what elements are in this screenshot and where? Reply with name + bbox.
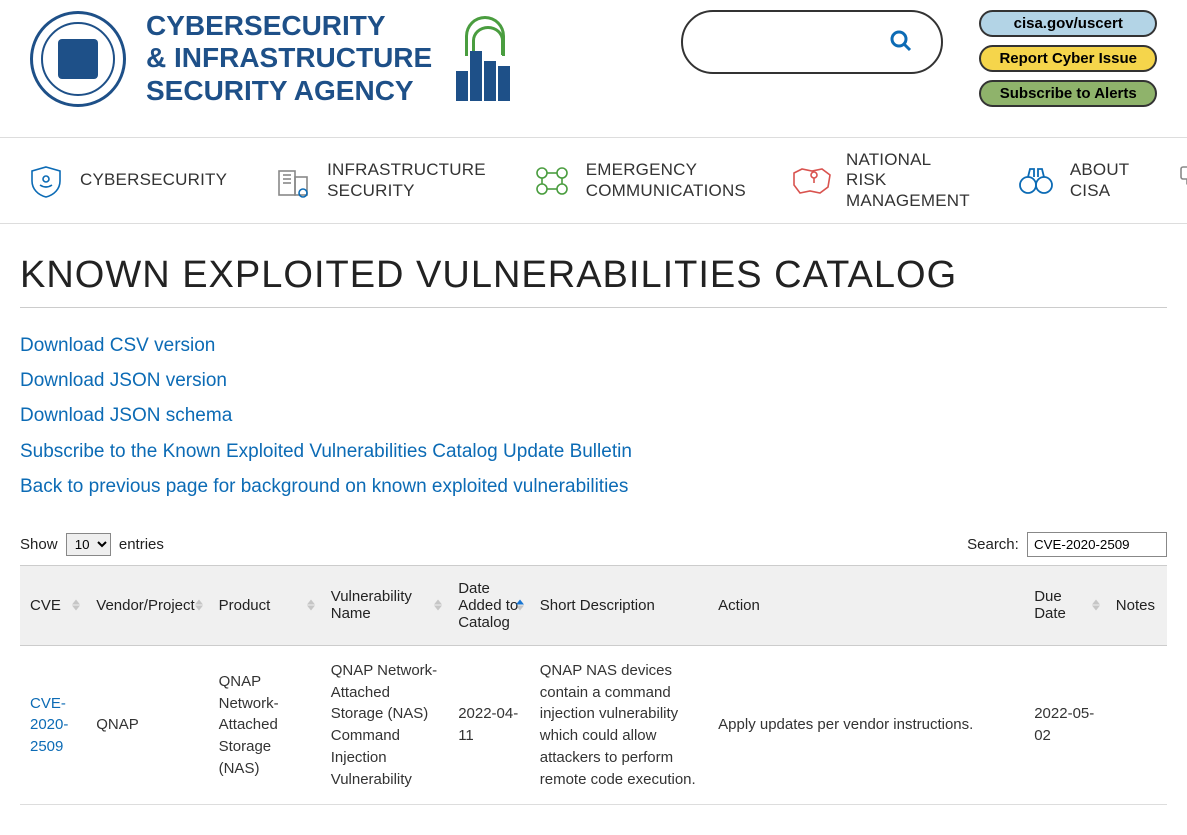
entries-select[interactable]: 10 — [66, 533, 111, 556]
col-header-date-added[interactable]: Date Added to Catalog — [448, 565, 530, 645]
download-schema-link[interactable]: Download JSON schema — [20, 398, 1167, 433]
search-icon — [889, 29, 913, 53]
tower-icon — [456, 16, 514, 101]
cell-vendor: QNAP — [86, 645, 208, 805]
search-box[interactable] — [681, 10, 943, 74]
back-link[interactable]: Back to previous page for background on … — [20, 469, 1167, 504]
page-title: KNOWN EXPLOITED VULNERABILITIES CATALOG — [20, 254, 1167, 308]
cell-action: Apply updates per vendor instructions. — [708, 645, 1024, 805]
col-header-cve[interactable]: CVE — [20, 565, 86, 645]
nav-emergency-communications[interactable]: EMERGENCYCOMMUNICATIONS — [530, 160, 746, 201]
col-header-notes[interactable]: Notes — [1106, 565, 1167, 645]
table-search-input[interactable] — [1027, 532, 1167, 557]
col-header-product[interactable]: Product — [209, 565, 321, 645]
report-cyber-issue-button[interactable]: Report Cyber Issue — [979, 45, 1157, 72]
nav-national-risk-management[interactable]: NATIONAL RISKMANAGEMENT — [790, 150, 970, 211]
uscert-button[interactable]: cisa.gov/uscert — [979, 10, 1157, 37]
search-input[interactable] — [682, 33, 889, 51]
search-label: Search: — [967, 536, 1019, 553]
cell-notes — [1106, 645, 1167, 805]
subscribe-bulletin-link[interactable]: Subscribe to the Known Exploited Vulnera… — [20, 434, 1167, 469]
chat-icon — [1173, 162, 1187, 200]
agency-title: CYBERSECURITY & INFRASTRUCTURE SECURITY … — [146, 10, 432, 107]
search-button[interactable] — [889, 29, 913, 56]
cell-vname: QNAP Network-Attached Storage (NAS) Comm… — [321, 645, 448, 805]
cisa-seal-icon — [30, 11, 126, 107]
show-label-post: entries — [119, 536, 164, 553]
cve-link[interactable]: CVE-2020-2509 — [30, 695, 68, 756]
nav-infrastructure-security[interactable]: INFRASTRUCTURESECURITY — [271, 160, 486, 201]
col-header-action[interactable]: Action — [708, 565, 1024, 645]
subscribe-alerts-button[interactable]: Subscribe to Alerts — [979, 80, 1157, 107]
cell-product: QNAP Network-Attached Storage (NAS) — [209, 645, 321, 805]
download-csv-link[interactable]: Download CSV version — [20, 328, 1167, 363]
cell-date: 2022-04-11 — [448, 645, 530, 805]
usa-map-icon — [790, 162, 834, 200]
download-json-link[interactable]: Download JSON version — [20, 363, 1167, 398]
table-row: CVE-2020-2509 QNAP QNAP Network-Attached… — [20, 645, 1167, 805]
nav-about-cisa[interactable]: ABOUTCISA — [1014, 160, 1130, 201]
col-header-due-date[interactable]: Due Date — [1024, 565, 1106, 645]
network-icon — [530, 162, 574, 200]
cell-desc: QNAP NAS devices contain a command injec… — [530, 645, 708, 805]
nav-media[interactable]: MEDIA — [1173, 162, 1187, 200]
shield-icon — [24, 162, 68, 200]
cell-due: 2022-05-02 — [1024, 645, 1106, 805]
building-icon — [271, 162, 315, 200]
show-label-pre: Show — [20, 536, 58, 553]
col-header-vulnerability-name[interactable]: Vulnerability Name — [321, 565, 448, 645]
col-header-short-description[interactable]: Short Description — [530, 565, 708, 645]
binoculars-icon — [1014, 162, 1058, 200]
nav-cybersecurity[interactable]: CYBERSECURITY — [24, 162, 227, 200]
col-header-vendor[interactable]: Vendor/Project — [86, 565, 208, 645]
